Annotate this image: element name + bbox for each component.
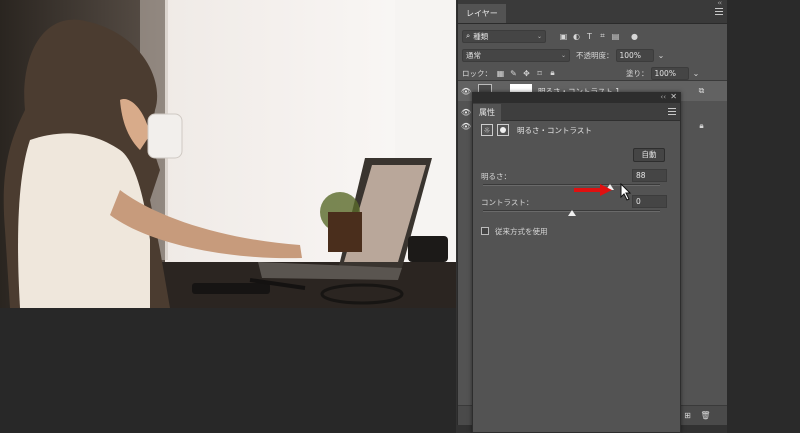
legacy-label: 従来方式を使用 [495,227,548,236]
adjustment-filter-icon[interactable]: ◐ [571,31,582,42]
lock-all-icon[interactable]: 🔒︎ [547,68,558,79]
document-photo[interactable] [0,0,456,308]
opacity-value: 100% [619,50,641,60]
mask-icon[interactable] [497,124,509,136]
chevron-down-icon[interactable]: ⌄ [656,50,667,61]
properties-titlebar[interactable]: ‹‹ ✕ [473,92,680,103]
new-layer-icon[interactable]: ⊞ [682,410,693,421]
panel-menu-icon[interactable] [668,108,676,115]
background-lock-icon: 🔒︎ [699,121,704,130]
lock-transparent-icon[interactable]: ▦ [495,68,506,79]
brightness-value-field[interactable]: 88 [632,169,667,182]
layers-tabbar: ‹‹ レイヤー [458,0,727,24]
trash-icon[interactable]: 🗑︎ [700,410,711,421]
adjustment-header: ☼ 明るさ・コントラスト [481,124,592,136]
brightness-slider-track[interactable] [483,184,660,186]
photo-image [0,0,456,308]
contrast-slider-thumb[interactable] [567,210,576,216]
panel-menu-icon[interactable] [715,8,723,15]
fill-field[interactable]: 100% [650,66,689,80]
collapse-icon[interactable]: ‹‹ [660,93,666,101]
smartobject-filter-icon[interactable]: ▤ [610,31,621,42]
right-dock [727,0,800,433]
search-icon: ⌕ [466,31,471,40]
brightness-label: 明るさ： [481,172,511,181]
lock-move-icon[interactable]: ✥ [521,68,532,79]
filter-kind-label: 種類 [473,31,489,41]
tab-layers[interactable]: レイヤー [458,4,506,23]
pixel-filter-icon[interactable]: ▣ [558,31,569,42]
properties-tabbar: 属性 [473,103,680,121]
layer-link-icon: ⧉ [698,86,705,95]
chevron-down-icon: ⌄ [536,32,542,40]
type-filter-icon[interactable]: T [584,31,595,42]
annotation-arrow-icon [574,184,612,196]
blend-row: 通常 ⌄ 不透明度： 100% ⌄ [458,45,727,65]
lock-label: ロック： [462,68,492,78]
fill-value: 100% [654,68,676,78]
properties-panel: ‹‹ ✕ 属性 ☼ 明るさ・コントラスト 自動 明るさ： 88 コントラスト： … [472,92,681,433]
filter-toggle-icon[interactable]: ● [629,31,640,42]
layers-filter-row: ⌕ 種類 ⌄ ▣ ◐ T ⌗ ▤ ● [458,26,727,46]
chevron-down-icon[interactable]: ⌄ [691,68,702,79]
close-icon[interactable]: ✕ [670,92,677,101]
legacy-checkbox[interactable] [481,227,489,235]
fill-label: 塗り： [626,68,649,78]
document-canvas-area [0,0,456,433]
filter-kind-dropdown[interactable]: ⌕ 種類 ⌄ [462,29,546,43]
lock-brush-icon[interactable]: ✎ [508,68,519,79]
auto-button[interactable]: 自動 [633,148,665,162]
brightness-adjustment-icon[interactable]: ☼ [481,124,493,136]
shape-filter-icon[interactable]: ⌗ [597,31,608,42]
opacity-field[interactable]: 100% [615,48,654,62]
collapse-icon[interactable]: ‹‹ [717,0,722,7]
blend-mode-dropdown[interactable]: 通常 ⌄ [462,48,570,62]
lock-artboard-icon[interactable]: ⌑ [534,68,545,79]
contrast-value-field[interactable]: 0 [632,195,667,208]
blend-mode-value: 通常 [466,50,481,60]
tab-properties[interactable]: 属性 [473,104,501,121]
chevron-down-icon: ⌄ [560,51,566,59]
mouse-cursor-icon [620,183,632,201]
adjustment-title: 明るさ・コントラスト [517,125,592,135]
opacity-label: 不透明度： [576,50,614,60]
contrast-label: コントラスト： [481,198,534,207]
